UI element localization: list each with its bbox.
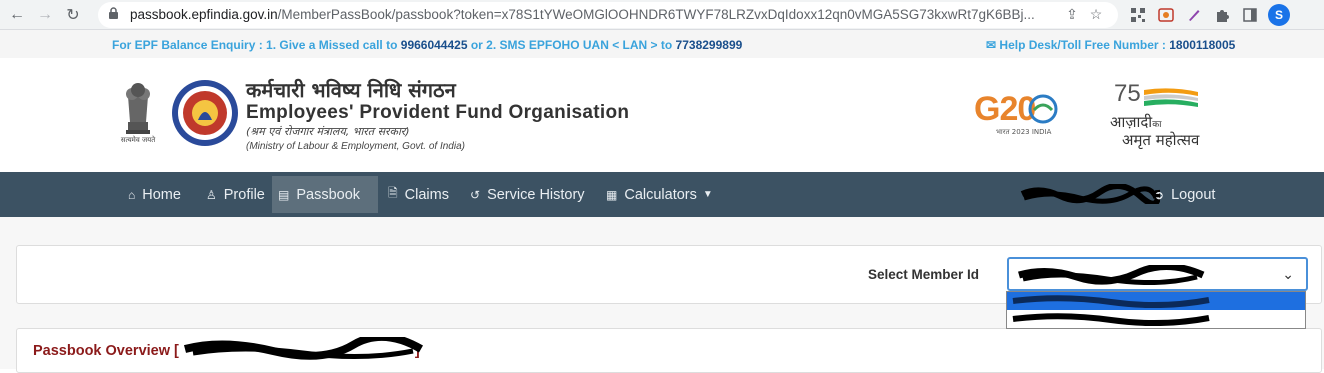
bookmark-star-icon[interactable]: ☆ [1084, 6, 1108, 23]
nav-home[interactable]: ⌂ Home [122, 176, 187, 213]
home-icon: ⌂ [128, 187, 136, 202]
balance-enquiry-text: For EPF Balance Enquiry : 1. Give a Miss… [112, 38, 743, 52]
lock-icon [108, 6, 122, 23]
address-bar[interactable]: passbook.epfindia.gov.in/MemberPassBook/… [98, 1, 1118, 28]
azadi-ka-amrit-mahotsav-logo: 75 आज़ादीका अमृत महोत्सव [1108, 80, 1218, 150]
screenshot-extension-icon[interactable] [1156, 5, 1176, 25]
site-header: सत्यमेव जयते कर्मचारी भविष्य निधि संगठन … [0, 58, 1324, 172]
passbook-overview-panel: Passbook Overview [] [16, 328, 1322, 373]
member-id-select[interactable]: ⌄ [1007, 257, 1308, 291]
redacted-overview-id-scribble [183, 337, 423, 360]
org-title-block: कर्मचारी भविष्य निधि संगठन Employees' Pr… [246, 78, 629, 154]
select-member-label: Select Member Id [868, 267, 980, 282]
qr-extension-icon[interactable] [1128, 5, 1148, 25]
nav-claims[interactable]: 🗎 Claims [382, 176, 455, 213]
missed-call-number: 9966044425 [400, 38, 468, 52]
reload-icon[interactable]: ↻ [62, 4, 84, 26]
org-name-english: Employees' Provident Fund Organisation [246, 102, 630, 123]
forward-arrow-icon[interactable]: → [34, 4, 56, 26]
g20-subtext: भारत 2023 INDIA [996, 128, 1052, 136]
passbook-icon: ▤ [278, 187, 290, 202]
share-icon[interactable]: ⇪ [1060, 6, 1084, 23]
user-icon: ♙ [206, 187, 217, 202]
redacted-member-id-scribble [1018, 265, 1205, 285]
nav-passbook[interactable]: ▤ Passbook [272, 176, 378, 213]
document-icon: 🗎 [388, 186, 398, 200]
nav-profile[interactable]: ♙ Profile [200, 176, 271, 213]
nav-logout[interactable]: ➲ Logout [1148, 176, 1221, 213]
history-icon: ↺ [470, 187, 481, 202]
azadi-line1: आज़ादीका [1110, 113, 1162, 131]
extensions-puzzle-icon[interactable] [1212, 5, 1232, 25]
nav-service-history[interactable]: ↺ Service History [464, 176, 591, 213]
main-navbar: ⌂ Home ♙ Profile ▤ Passbook 🗎 Claims ↺ Servic… [0, 172, 1324, 217]
ministry-english: (Ministry of Labour & Employment, Govt. … [246, 141, 465, 152]
info-bar: For EPF Balance Enquiry : 1. Give a Miss… [0, 30, 1324, 58]
side-panel-icon[interactable] [1240, 5, 1260, 25]
ministry-hindi: (श्रम एवं रोजगार मंत्रालय, भारत सरकार) [246, 125, 410, 138]
caret-down-icon: ▼ [702, 189, 713, 200]
nav-calculators[interactable]: ▦ Calculators ▼ [600, 176, 719, 213]
azadi-75: 75 [1114, 80, 1141, 107]
redacted-option-scribble [1012, 295, 1210, 308]
calculator-icon: ▦ [606, 187, 618, 202]
chevron-down-icon: ⌄ [1282, 266, 1294, 282]
logout-icon: ➲ [1154, 187, 1165, 202]
back-arrow-icon[interactable]: ← [6, 4, 28, 26]
pen-extension-icon[interactable] [1184, 5, 1204, 25]
profile-avatar[interactable]: S [1268, 3, 1290, 26]
org-name-hindi: कर्मचारी भविष्य निधि संगठन [246, 78, 456, 102]
browser-toolbar: ← → ↻ passbook.epfindia.gov.in/MemberPas… [0, 0, 1324, 30]
dropdown-option[interactable] [1007, 310, 1305, 328]
azadi-line2: अमृत महोत्सव [1122, 131, 1200, 149]
url-text: passbook.epfindia.gov.in/MemberPassBook/… [130, 7, 1035, 22]
redacted-option-scribble [1012, 313, 1210, 326]
helpdesk-text: ✉ Help Desk/Toll Free Number : 180011800… [986, 38, 1236, 52]
redacted-username-scribble [1020, 184, 1160, 204]
emblem-caption: सत्यमेव जयते [120, 136, 156, 144]
member-id-dropdown-list [1006, 291, 1306, 329]
epfo-logo-icon [170, 78, 240, 148]
national-emblem-icon: सत्यमेव जयते [114, 76, 162, 148]
envelope-icon: ✉ [986, 38, 997, 52]
dropdown-option-selected[interactable] [1007, 292, 1305, 310]
sms-number: 7738299899 [675, 38, 743, 52]
g20-logo: G20 भारत 2023 INDIA [974, 90, 1064, 142]
